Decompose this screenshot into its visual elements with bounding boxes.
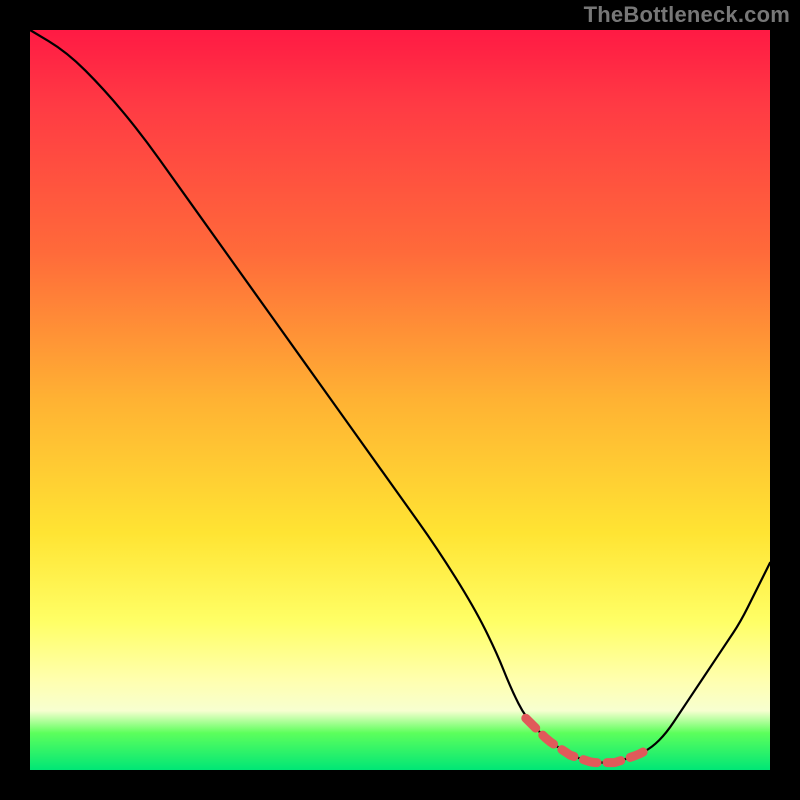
plot-area: [30, 30, 770, 770]
curve-svg: [30, 30, 770, 770]
watermark: TheBottleneck.com: [584, 2, 790, 28]
bottleneck-curve: [30, 30, 770, 763]
recommended-range-highlight: [526, 718, 644, 762]
chart-root: TheBottleneck.com: [0, 0, 800, 800]
